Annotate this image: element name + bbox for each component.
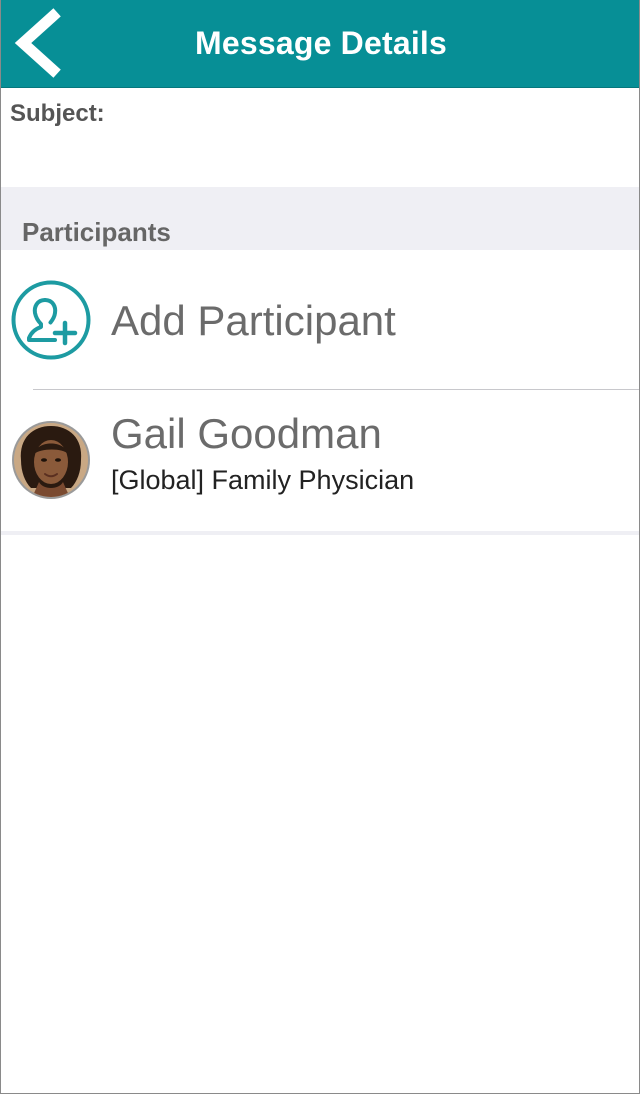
- participants-header-label: Participants: [22, 217, 171, 247]
- avatar: [12, 421, 90, 499]
- add-participant-button[interactable]: Add Participant: [1, 251, 639, 389]
- participant-name: Gail Goodman: [111, 410, 382, 457]
- page-title: Message Details: [194, 25, 447, 61]
- add-user-icon: [11, 280, 91, 360]
- add-participant-label: Add Participant: [111, 297, 396, 344]
- subject-row: Subject:: [1, 88, 639, 186]
- participants-section-header: Participants: [1, 187, 639, 250]
- participant-role: [Global] Family Physician: [111, 465, 415, 495]
- participant-list-item[interactable]: Gail Goodman [Global] Family Physician: [1, 390, 639, 531]
- list-bottom-divider: [1, 531, 639, 535]
- message-details-screen: Message Details Subject: Participants Ad…: [0, 0, 640, 1094]
- navigation-bar: Message Details: [1, 0, 639, 88]
- subject-label: Subject:: [10, 100, 105, 127]
